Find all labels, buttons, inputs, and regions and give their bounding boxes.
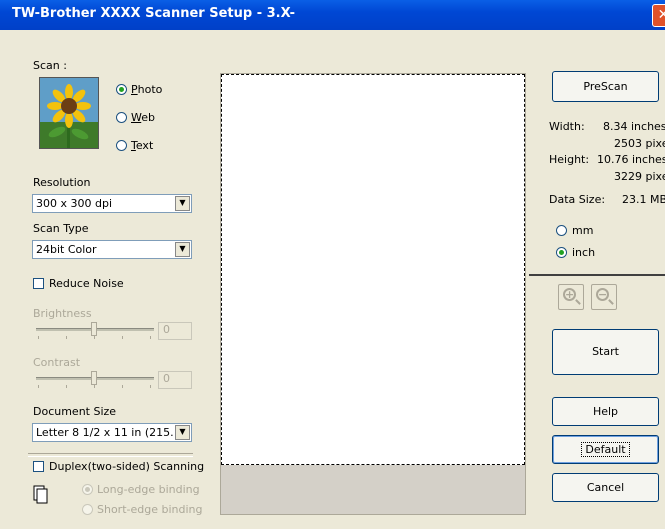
duplex-checkbox[interactable] (33, 461, 44, 472)
start-button[interactable]: Start (552, 329, 659, 375)
slider-tick (122, 385, 123, 388)
reduce-noise-label[interactable]: Reduce Noise (49, 277, 124, 290)
short-edge-binding-radio[interactable] (82, 504, 93, 515)
unit-inch-label[interactable]: inch (572, 246, 595, 259)
slider-tick (94, 336, 95, 339)
contrast-value-field[interactable]: 0 (158, 371, 192, 389)
slider-tick (122, 336, 123, 339)
unit-inch-radio[interactable] (556, 247, 567, 258)
data-size-value: 23.1 MB (622, 193, 665, 206)
default-button[interactable]: Default (552, 435, 659, 464)
scan-type-label: Scan Type (33, 222, 89, 235)
zoom-out-button[interactable]: − (591, 284, 617, 310)
slider-tick (66, 336, 67, 339)
document-size-label: Document Size (33, 405, 117, 418)
preview-area[interactable] (221, 74, 525, 465)
close-icon[interactable]: ✕ (652, 4, 665, 27)
zoom-in-icon: + (563, 288, 576, 301)
scan-web-label[interactable]: Web (131, 111, 155, 124)
chevron-down-icon[interactable]: ▼ (175, 242, 190, 257)
height-inches: 10.76 inches (597, 153, 665, 166)
width-label: Width: (549, 120, 585, 133)
scan-type-select[interactable]: 24bit Color ▼ (32, 240, 192, 259)
zoom-in-button[interactable]: + (558, 284, 584, 310)
brightness-slider-thumb[interactable] (91, 322, 97, 336)
duplex-pages-icon (33, 485, 49, 505)
slider-tick (38, 336, 39, 339)
photo-icon (39, 77, 99, 149)
slider-tick (94, 385, 95, 388)
chevron-down-icon[interactable]: ▼ (175, 425, 190, 440)
scan-web-radio[interactable] (116, 112, 127, 123)
cancel-button[interactable]: Cancel (552, 473, 659, 502)
reduce-noise-checkbox[interactable] (33, 278, 44, 289)
slider-tick (66, 385, 67, 388)
height-label: Height: (549, 153, 590, 166)
brightness-value-field[interactable]: 0 (158, 322, 192, 340)
long-edge-binding-radio[interactable] (82, 484, 93, 495)
slider-tick (150, 336, 151, 339)
data-size-label: Data Size: (549, 193, 606, 206)
scan-type-value: 24bit Color (36, 243, 97, 256)
slider-tick (150, 385, 151, 388)
divider (28, 453, 193, 457)
window-title: TW-Brother XXXX Scanner Setup - 3.X- (12, 6, 295, 21)
scan-text-radio[interactable] (116, 140, 127, 151)
width-pixels: 2503 pixels (614, 137, 665, 150)
slider-tick (38, 385, 39, 388)
document-size-value: Letter 8 1/2 x 11 in (215.9 x (36, 426, 173, 439)
unit-mm-label[interactable]: mm (572, 224, 593, 237)
divider (529, 274, 665, 276)
long-edge-binding-label[interactable]: Long-edge binding (97, 483, 200, 496)
resolution-value: 300 x 300 dpi (36, 197, 113, 210)
width-inches: 8.34 inches (603, 120, 665, 133)
contrast-label: Contrast (33, 356, 81, 369)
contrast-slider-thumb[interactable] (91, 371, 97, 385)
resolution-label: Resolution (33, 176, 91, 189)
document-size-select[interactable]: Letter 8 1/2 x 11 in (215.9 x ▼ (32, 423, 192, 442)
zoom-out-icon: − (596, 288, 609, 301)
height-pixels: 3229 pixels (614, 170, 665, 183)
title-bar: TW-Brother XXXX Scanner Setup - 3.X- ✕ (0, 0, 665, 30)
sunflower-icon (40, 78, 98, 148)
chevron-down-icon[interactable]: ▼ (175, 196, 190, 211)
scan-label: Scan : (33, 59, 67, 72)
prescan-button[interactable]: PreScan (552, 71, 659, 102)
resolution-select[interactable]: 300 x 300 dpi ▼ (32, 194, 192, 213)
short-edge-binding-label[interactable]: Short-edge binding (97, 503, 203, 516)
duplex-label[interactable]: Duplex(two-sided) Scanning (49, 460, 204, 473)
brightness-label: Brightness (33, 307, 92, 320)
help-button[interactable]: Help (552, 397, 659, 426)
unit-mm-radio[interactable] (556, 225, 567, 236)
scan-text-label[interactable]: Text (131, 139, 153, 152)
scan-photo-radio[interactable] (116, 84, 127, 95)
scan-photo-label[interactable]: Photo (131, 83, 162, 96)
